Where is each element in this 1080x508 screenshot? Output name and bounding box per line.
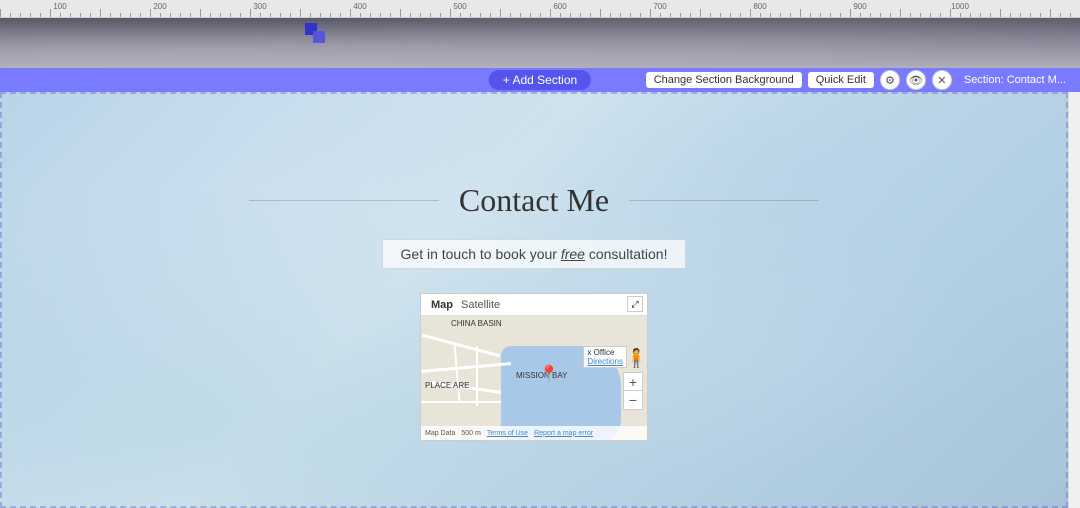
map-data-label: Map Data [425,430,455,437]
map-office-label: x Office Directions [583,346,627,368]
contact-title[interactable]: Contact Me [439,182,629,219]
map-location-pin: 📍 [539,364,559,384]
subtitle-text: Get in touch to book your [401,246,561,262]
map-label-place: PLACE ARE [425,381,469,390]
title-line-left [249,200,439,201]
map-zoom-out-button[interactable]: − [624,391,642,409]
contact-subtitle[interactable]: Get in touch to book your free consultat… [382,239,687,269]
close-icon-button[interactable]: ✕ [932,70,952,90]
map-scale-label: 500 m [461,430,480,437]
title-line-right [629,200,819,201]
map-footer: Map Data 500 m Terms of Use Report a map… [421,426,647,440]
subtitle-italic: free [561,246,585,262]
map-road-1 [422,334,500,358]
ruler-top: 1002003004005006007008009001000 [0,0,1080,18]
map-road-2 [421,362,511,373]
map-tab-button[interactable]: Map [427,298,457,312]
quick-edit-button[interactable]: Quick Edit [808,72,874,88]
map-report-link[interactable]: Report a map error [534,430,593,437]
map-terms-link[interactable]: Terms of Use [487,430,528,437]
subtitle-suffix: consultation! [585,246,668,262]
map-road-5 [476,346,478,406]
map-area: CHINA BASIN MISSION BAY PLACE ARE x Offi… [421,316,647,440]
map-expand-button[interactable]: ⤢ [627,296,643,312]
section-label: Section: Contact M... [958,72,1072,88]
header-logo [305,23,325,43]
map-label-china-basin: CHINA BASIN [451,319,502,328]
map-zoom-controls: + − [623,372,643,410]
right-scrollbar[interactable] [1068,92,1080,508]
ruler-marks: 1002003004005006007008009001000 [0,0,1080,17]
map-road-6 [454,346,461,401]
eye-icon-button[interactable]: 👁 [906,70,926,90]
contact-title-container: Contact Me [249,182,819,219]
map-container[interactable]: Map Satellite ⤢ CHINA BASIN MISSION BAY … [420,293,648,441]
map-person-icon[interactable]: 🧍 [625,348,643,372]
map-toolbar: Map Satellite ⤢ [421,294,647,316]
map-directions-link[interactable]: Directions [587,357,623,366]
settings-icon-button[interactable]: ⚙ [880,70,900,90]
map-road-4 [421,401,501,403]
satellite-tab-button[interactable]: Satellite [461,299,500,311]
change-background-button[interactable]: Change Section Background [646,72,802,88]
contact-section: Contact Me Get in touch to book your fre… [0,92,1068,508]
map-zoom-in-button[interactable]: + [624,373,642,391]
toolbar: + Add Section Change Section Background … [0,68,1080,92]
toolbar-right: Change Section Background Quick Edit ⚙ 👁… [646,70,1072,90]
add-section-button[interactable]: + Add Section [489,70,591,90]
